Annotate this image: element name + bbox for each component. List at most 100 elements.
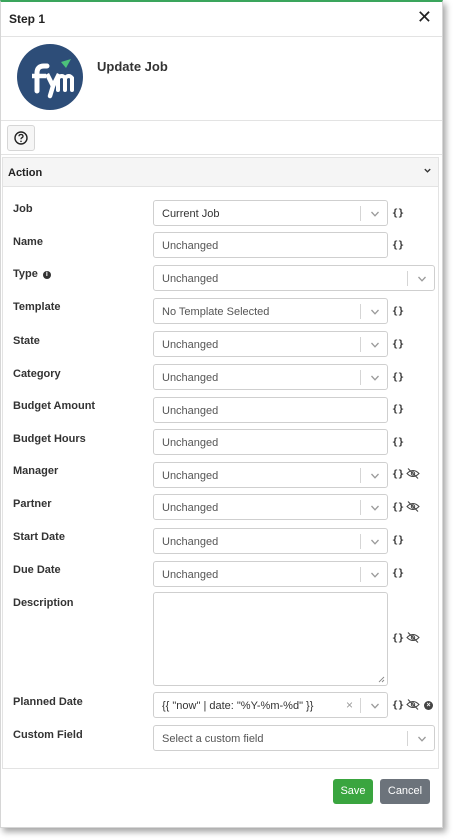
info-icon[interactable]: i — [42, 271, 51, 279]
custom-field-label: Custom Field — [13, 729, 83, 741]
separator — [360, 567, 361, 582]
eye-slash-icon[interactable] — [406, 468, 420, 479]
chevron-down-icon[interactable] — [423, 166, 432, 175]
start-date-value: Unchanged — [162, 536, 219, 548]
separator — [360, 370, 361, 385]
state-label: State — [13, 335, 40, 347]
partner-label: Partner — [13, 498, 52, 510]
variable-braces-icon[interactable]: {} — [392, 469, 404, 480]
eye-slash-icon[interactable] — [406, 632, 420, 643]
custom-field-select[interactable]: Select a custom field — [153, 725, 435, 751]
cancel-button[interactable]: Cancel — [380, 779, 430, 804]
separator — [360, 534, 361, 549]
category-value: Unchanged — [162, 372, 219, 384]
step-title: Update Job — [97, 59, 168, 74]
budget-amount-input[interactable]: Unchanged — [153, 397, 388, 423]
action-section-header[interactable]: Action — [3, 158, 438, 187]
eye-slash-icon[interactable] — [406, 501, 420, 512]
app-logo — [17, 44, 83, 110]
due-date-value: Unchanged — [162, 569, 219, 581]
start-date-label: Start Date — [13, 531, 65, 543]
budget-hours-value: Unchanged — [162, 437, 219, 449]
separator — [360, 500, 361, 515]
section-title: Action — [8, 167, 43, 179]
budget-amount-label: Budget Amount — [13, 400, 96, 412]
planned-date-value: {{ "now" | date: "%Y-%m-%d" }} — [162, 700, 314, 712]
variable-braces-icon[interactable]: {} — [392, 700, 404, 711]
job-value: Current Job — [162, 208, 220, 220]
separator — [360, 337, 361, 352]
type-label: Type i — [13, 268, 51, 280]
state-value: Unchanged — [162, 339, 219, 351]
variable-braces-icon[interactable]: {} — [392, 535, 404, 546]
separator — [360, 468, 361, 483]
state-select[interactable]: Unchanged — [153, 331, 388, 357]
budget-hours-input[interactable]: Unchanged — [153, 429, 388, 455]
job-label: Job — [13, 203, 33, 215]
resize-handle-icon[interactable] — [378, 676, 385, 683]
name-input[interactable]: Unchanged — [153, 232, 388, 258]
chevron-down-icon[interactable] — [370, 570, 380, 580]
category-label: Category — [13, 368, 61, 380]
description-textarea[interactable] — [153, 592, 388, 686]
variable-braces-icon[interactable]: {} — [392, 306, 404, 317]
start-date-select[interactable]: Unchanged — [153, 528, 388, 554]
separator — [360, 304, 361, 319]
dialog-titlebar: Step 1 ✕ — [1, 2, 442, 37]
clear-icon[interactable]: × — [346, 699, 353, 711]
variable-braces-icon[interactable]: {} — [392, 372, 404, 383]
help-toolbar — [1, 120, 442, 155]
category-select[interactable]: Unchanged — [153, 364, 388, 390]
description-label: Description — [13, 597, 74, 609]
budget-hours-label: Budget Hours — [13, 433, 86, 445]
chevron-down-icon[interactable] — [370, 537, 380, 547]
template-value: No Template Selected — [162, 306, 270, 318]
variable-braces-icon[interactable]: {} — [392, 404, 404, 415]
chevron-down-icon[interactable] — [370, 307, 380, 317]
variable-braces-icon[interactable]: {} — [392, 240, 404, 251]
close-icon[interactable]: ✕ — [417, 8, 432, 26]
manager-label: Manager — [13, 465, 59, 477]
partner-select[interactable]: Unchanged — [153, 494, 388, 520]
name-label: Name — [13, 236, 43, 248]
due-date-label: Due Date — [13, 564, 61, 576]
template-label: Template — [13, 301, 61, 313]
template-select[interactable]: No Template Selected — [153, 298, 388, 324]
chevron-down-icon[interactable] — [370, 503, 380, 513]
chevron-down-icon[interactable] — [370, 373, 380, 383]
chevron-down-icon[interactable] — [370, 471, 380, 481]
job-select[interactable]: Current Job — [153, 200, 388, 226]
variable-braces-icon[interactable]: {} — [392, 502, 404, 513]
chevron-down-icon[interactable] — [370, 340, 380, 350]
chevron-down-icon[interactable] — [417, 274, 427, 284]
step-header: Update Job — [1, 36, 442, 121]
planned-date-select[interactable]: {{ "now" | date: "%Y-%m-%d" }} × — [153, 692, 388, 718]
question-circle-icon — [14, 131, 28, 145]
variable-braces-icon[interactable]: {} — [392, 633, 404, 644]
type-value: Unchanged — [162, 273, 219, 285]
separator — [360, 698, 361, 713]
type-label-text: Type — [13, 268, 38, 280]
budget-amount-value: Unchanged — [162, 405, 219, 417]
variable-braces-icon[interactable]: {} — [392, 437, 404, 448]
chevron-down-icon[interactable] — [370, 701, 380, 711]
help-button[interactable] — [7, 125, 35, 151]
variable-braces-icon[interactable]: {} — [392, 339, 404, 350]
separator — [360, 206, 361, 221]
save-button[interactable]: Save — [333, 779, 373, 804]
type-select[interactable]: Unchanged — [153, 265, 435, 291]
chevron-down-icon[interactable] — [417, 734, 427, 744]
eye-slash-icon[interactable] — [406, 699, 420, 710]
manager-value: Unchanged — [162, 470, 219, 482]
variable-braces-icon[interactable]: {} — [392, 208, 404, 219]
variable-braces-icon[interactable]: {} — [392, 568, 404, 579]
due-date-select[interactable]: Unchanged — [153, 561, 388, 587]
planned-date-label: Planned Date — [13, 696, 83, 708]
partner-value: Unchanged — [162, 502, 219, 514]
custom-field-value: Select a custom field — [162, 733, 264, 745]
remove-circle-icon[interactable]: × — [424, 701, 433, 710]
manager-select[interactable]: Unchanged — [153, 462, 388, 488]
chevron-down-icon[interactable] — [370, 209, 380, 219]
separator — [407, 731, 408, 746]
separator — [407, 271, 408, 286]
